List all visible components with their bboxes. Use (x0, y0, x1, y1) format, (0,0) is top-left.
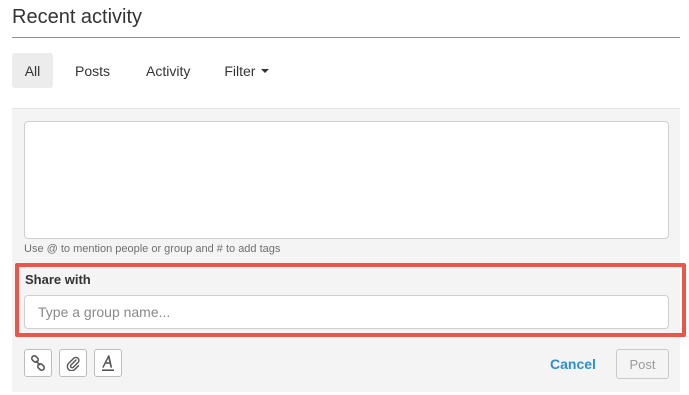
tab-all[interactable]: All (12, 53, 53, 88)
share-with-label: Share with (25, 272, 91, 287)
attach-file-button[interactable] (59, 349, 87, 377)
tab-filter-label: Filter (224, 62, 256, 79)
page-title: Recent activity (12, 6, 143, 28)
tab-activity[interactable]: Activity (132, 53, 204, 88)
tab-filter-dropdown[interactable]: Filter (210, 53, 283, 88)
post-composer: Use @ to mention people or group and # t… (12, 108, 686, 392)
recent-activity-page: Recent activity All Posts Activity Filte… (0, 0, 689, 395)
post-button[interactable]: Post (616, 349, 669, 379)
mention-hint: Use @ to mention people or group and # t… (24, 243, 281, 255)
caret-down-icon (261, 68, 270, 73)
insert-link-button[interactable] (24, 349, 52, 377)
text-format-icon (102, 355, 114, 372)
link-icon (30, 355, 46, 371)
cancel-button[interactable]: Cancel (550, 356, 596, 372)
post-textarea[interactable] (24, 121, 669, 239)
title-divider (12, 37, 680, 38)
text-format-button[interactable] (94, 349, 122, 377)
group-name-input[interactable] (24, 295, 669, 329)
activity-tabs: All Posts Activity Filter (12, 53, 283, 88)
tab-posts[interactable]: Posts (61, 53, 124, 88)
paperclip-icon (66, 356, 80, 371)
share-with-section: Share with (15, 263, 686, 337)
